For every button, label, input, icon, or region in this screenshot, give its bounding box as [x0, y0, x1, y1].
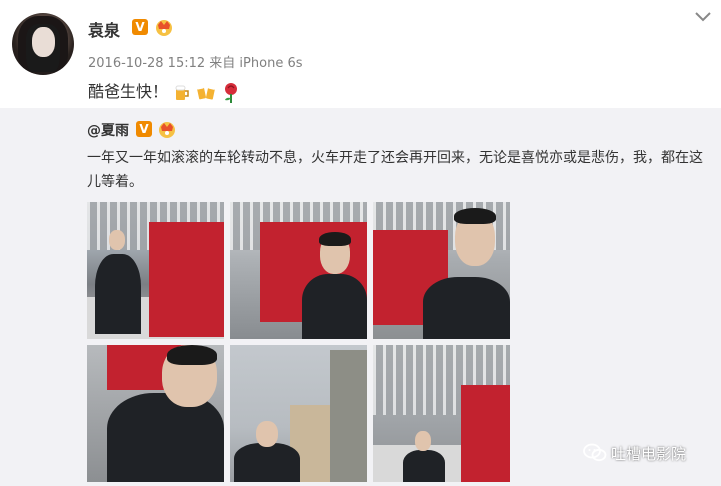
person-coat [403, 450, 445, 482]
post-text: 酷爸生快！ [88, 78, 241, 104]
vip-crown-icon [156, 20, 172, 36]
person-hair [319, 232, 351, 246]
person-head [109, 230, 125, 250]
post-meta: 2016-10-28 15:12 来自 iPhone 6s [88, 52, 303, 71]
avatar-face [32, 27, 55, 57]
photo-5[interactable] [230, 345, 367, 482]
rose-icon [225, 82, 238, 103]
person-coat [234, 443, 300, 482]
clock-tower [330, 350, 367, 482]
verified-badge-icon: V [132, 19, 148, 35]
post-text-content: 酷爸生快！ [88, 82, 169, 101]
post-timestamp[interactable]: 2016-10-28 15:12 [88, 56, 205, 71]
username[interactable]: 袁泉 [88, 17, 120, 41]
watermark-text: 吐槽电影院 [611, 445, 687, 463]
photo-grid [87, 202, 510, 486]
person-hair [167, 345, 217, 365]
post-source: 来自 iPhone 6s [209, 56, 303, 71]
person-head [415, 431, 431, 451]
person-hair [454, 208, 496, 224]
person-coat [302, 274, 367, 339]
photo-2[interactable] [230, 202, 367, 339]
wechat-icon [583, 443, 607, 462]
weibo-post: 袁泉 V 2016-10-28 15:12 来自 iPhone 6s 酷爸生快！ [0, 0, 721, 486]
repost-vip-crown-icon [159, 122, 175, 138]
train [461, 385, 510, 482]
cheers-icon [196, 85, 216, 100]
repost-mention[interactable]: @夏雨 [87, 120, 129, 140]
repost-verified-badge-icon: V [136, 121, 152, 137]
repost-text: 一年又一年如滚滚的车轮转动不息，火车开走了还会再开回来，无论是喜悦亦或是悲伤，我… [87, 150, 703, 190]
chevron-down-icon[interactable] [694, 10, 712, 24]
photo-1[interactable] [87, 202, 224, 339]
person-head [256, 421, 278, 447]
photo-4[interactable] [87, 345, 224, 482]
train [149, 222, 224, 337]
photo-6[interactable] [373, 345, 510, 482]
person-coat [423, 277, 510, 339]
avatar[interactable] [12, 13, 74, 75]
photo-3[interactable] [373, 202, 510, 339]
person-coat [95, 254, 141, 334]
beer-icon [175, 85, 189, 100]
person-coat [107, 393, 224, 482]
